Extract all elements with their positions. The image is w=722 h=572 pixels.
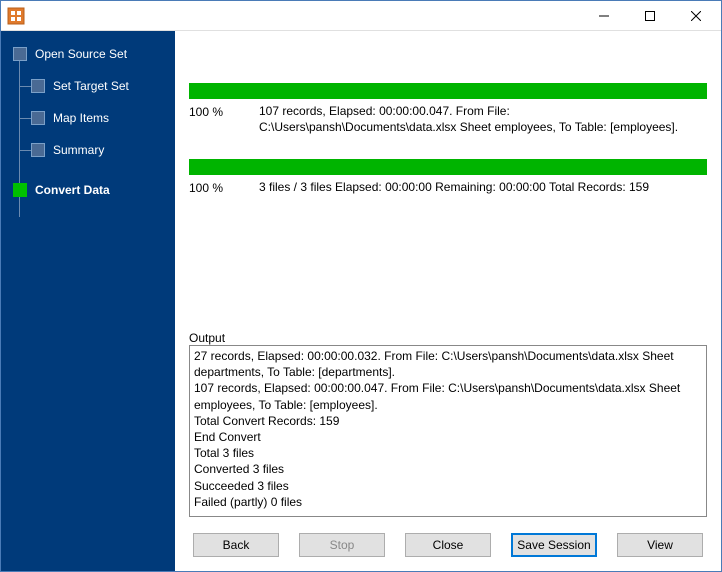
total-progress-pct: 100 %	[189, 179, 259, 196]
nav-tree: Open Source Set Set Target Set Map Items…	[1, 41, 175, 203]
file-progress-details: 107 records, Elapsed: 00:00:00.047. From…	[259, 103, 707, 135]
log-line: Succeeded 3 files	[194, 478, 702, 494]
nav-label: Convert Data	[35, 183, 110, 197]
back-button[interactable]: Back	[193, 533, 279, 557]
file-progress-bar	[189, 83, 707, 99]
step-box-icon	[31, 143, 45, 157]
log-line: End Convert	[194, 429, 702, 445]
log-line: Total Convert Records: 159	[194, 413, 702, 429]
step-box-icon	[31, 79, 45, 93]
file-progress-row: 100 % 107 records, Elapsed: 00:00:00.047…	[189, 103, 707, 135]
file-progress-pct: 100 %	[189, 103, 259, 120]
step-box-icon	[13, 47, 27, 61]
body: Open Source Set Set Target Set Map Items…	[1, 31, 721, 571]
nav-map-items[interactable]: Map Items	[1, 105, 175, 131]
view-button[interactable]: View	[617, 533, 703, 557]
log-line: Failed (partly) 0 files	[194, 494, 702, 510]
log-line: 27 records, Elapsed: 00:00:00.032. From …	[194, 348, 702, 380]
maximize-button[interactable]	[627, 2, 673, 30]
log-line: Total 3 files	[194, 445, 702, 461]
step-box-icon	[13, 183, 27, 197]
app-icon	[7, 7, 25, 25]
log-line: 107 records, Elapsed: 00:00:00.047. From…	[194, 380, 702, 412]
total-progress-details: 3 files / 3 files Elapsed: 00:00:00 Rema…	[259, 179, 707, 195]
stop-button[interactable]: Stop	[299, 533, 385, 557]
app-window: Open Source Set Set Target Set Map Items…	[0, 0, 722, 572]
nav-open-source-set[interactable]: Open Source Set	[1, 41, 175, 67]
sidebar: Open Source Set Set Target Set Map Items…	[1, 31, 175, 571]
nav-convert-data[interactable]: Convert Data	[1, 177, 175, 203]
log-line: Converted 3 files	[194, 461, 702, 477]
nav-label: Map Items	[53, 111, 109, 125]
minimize-button[interactable]	[581, 2, 627, 30]
nav-label: Summary	[53, 143, 104, 157]
close-button[interactable]	[673, 2, 719, 30]
nav-label: Set Target Set	[53, 79, 129, 93]
total-progress-row: 100 % 3 files / 3 files Elapsed: 00:00:0…	[189, 179, 707, 196]
save-session-button[interactable]: Save Session	[511, 533, 597, 557]
output-label: Output	[189, 325, 707, 345]
titlebar-left	[7, 7, 31, 25]
titlebar	[1, 1, 721, 31]
close-wizard-button[interactable]: Close	[405, 533, 491, 557]
content: 100 % 107 records, Elapsed: 00:00:00.047…	[175, 31, 721, 523]
total-progress-bar	[189, 159, 707, 175]
window-controls	[581, 2, 719, 30]
step-box-icon	[31, 111, 45, 125]
nav-summary[interactable]: Summary	[1, 137, 175, 163]
nav-set-target-set[interactable]: Set Target Set	[1, 73, 175, 99]
button-row: Back Stop Close Save Session View	[175, 523, 721, 571]
main-panel: 100 % 107 records, Elapsed: 00:00:00.047…	[175, 31, 721, 571]
output-log[interactable]: 27 records, Elapsed: 00:00:00.032. From …	[189, 345, 707, 517]
nav-label: Open Source Set	[35, 47, 127, 61]
